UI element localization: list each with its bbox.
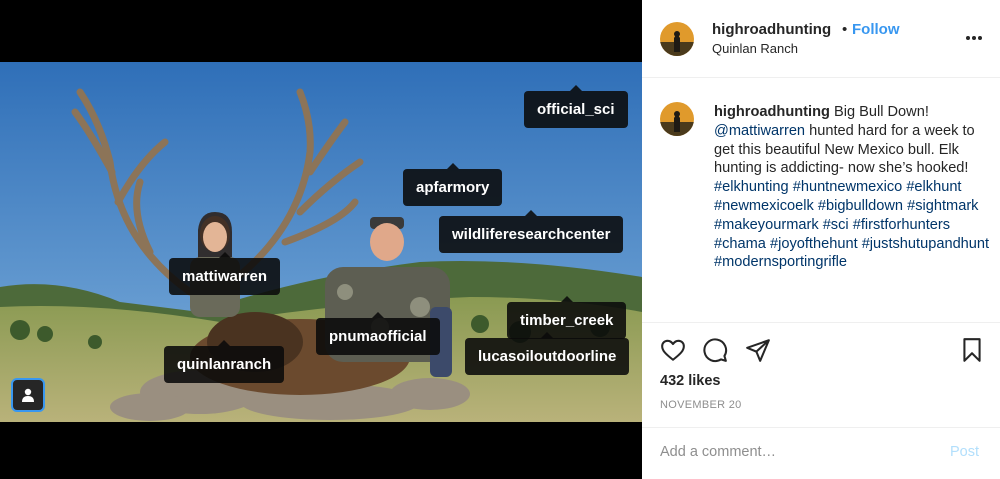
hashtag[interactable]: #elkhunt: [906, 179, 961, 195]
post-media: official_sci apfarmory wildliferesearchc…: [0, 0, 642, 479]
photo-tag-official-sci[interactable]: official_sci: [524, 85, 628, 128]
hashtag[interactable]: #sightmark: [907, 198, 978, 214]
caption-username[interactable]: highroadhunting: [714, 104, 830, 120]
hashtag[interactable]: #joyofthehunt: [770, 236, 858, 252]
hashtag[interactable]: #modernsportingrifle: [714, 254, 847, 270]
post-comment-button[interactable]: Post: [950, 444, 979, 460]
comment-icon: [703, 338, 728, 363]
photo-tag-lucasoiloutdoorline[interactable]: lucasoiloutdoorline: [465, 332, 630, 375]
avatar-image: [660, 22, 694, 56]
hashtag[interactable]: #firstforhunters: [853, 217, 950, 233]
more-options-icon: [966, 36, 982, 40]
likes-count[interactable]: 432 likes: [660, 373, 720, 389]
caption-text-1: Big Bull Down!: [829, 104, 929, 120]
location-link[interactable]: Quinlan Ranch: [712, 41, 798, 56]
photo-tag-quinlanranch[interactable]: quinlanranch: [164, 340, 285, 383]
photo-tag-pnumaofficial[interactable]: pnumaofficial: [316, 312, 440, 355]
share-icon: [746, 339, 770, 362]
hashtag[interactable]: #justshutupandhunt: [862, 236, 989, 252]
follow-button[interactable]: Follow: [852, 21, 900, 38]
hashtag[interactable]: #chama: [714, 236, 766, 252]
avatar[interactable]: [660, 22, 694, 56]
hashtag[interactable]: #bigbulldown: [818, 198, 903, 214]
like-button[interactable]: [660, 337, 686, 368]
hashtag[interactable]: #makeyourmark: [714, 217, 819, 233]
share-button[interactable]: [745, 337, 771, 368]
avatar-image: [660, 102, 694, 136]
post-date: NOVEMBER 20: [660, 399, 742, 411]
caption-avatar[interactable]: [660, 102, 694, 136]
comment-input[interactable]: [660, 444, 930, 460]
post-photo[interactable]: official_sci apfarmory wildliferesearchc…: [0, 62, 642, 422]
caption-mention[interactable]: @mattiwarren: [714, 123, 805, 139]
bookmark-icon: [963, 338, 981, 362]
post-header: highroadhunting • Follow Quinlan Ranch: [642, 0, 1000, 78]
user-icon: [22, 388, 34, 402]
hashtag[interactable]: #huntnewmexico: [793, 179, 903, 195]
post-caption: highroadhunting Big Bull Down! @mattiwar…: [714, 103, 994, 272]
hashtag[interactable]: #elkhunting: [714, 179, 789, 195]
photo-tag-wildliferesearchcenter[interactable]: wildliferesearchcenter: [439, 210, 624, 253]
comment-button[interactable]: [702, 337, 728, 368]
tagged-users-button[interactable]: [11, 378, 45, 412]
actions-divider: [642, 322, 1000, 323]
comment-bar: Post: [642, 427, 1000, 479]
hashtag[interactable]: #sci: [823, 217, 849, 233]
header-username[interactable]: highroadhunting: [712, 21, 831, 38]
photo-tag-apfarmory[interactable]: apfarmory: [403, 163, 503, 206]
heart-icon: [661, 339, 685, 361]
more-options-button[interactable]: [960, 28, 988, 48]
save-button[interactable]: [959, 337, 985, 368]
photo-tag-mattiwarren[interactable]: mattiwarren: [169, 252, 281, 295]
post-details-panel: highroadhunting • Follow Quinlan Ranch h…: [642, 0, 1000, 479]
photo-tag-timber-creek[interactable]: timber_creek: [507, 296, 627, 339]
header-separator: •: [842, 21, 848, 38]
hashtag[interactable]: #newmexicoelk: [714, 198, 814, 214]
